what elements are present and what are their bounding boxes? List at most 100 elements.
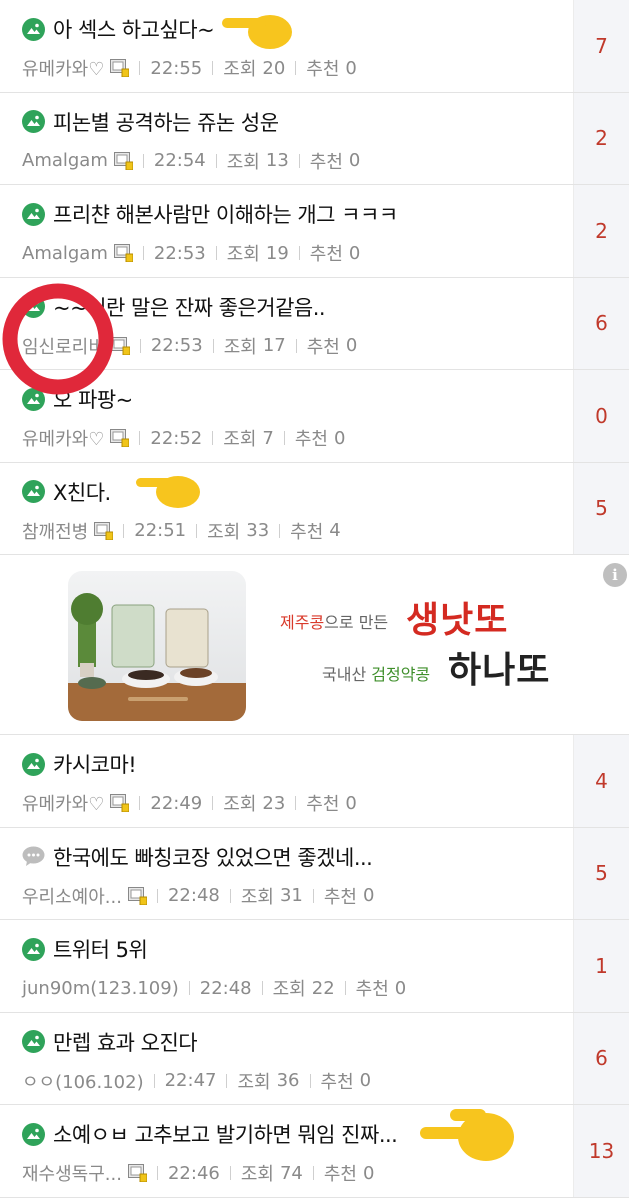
post-author[interactable]: Amalgam — [22, 150, 108, 171]
post-title-row[interactable]: X친다. — [22, 477, 563, 507]
post-main[interactable]: 한국에도 빠칭코장 있었으면 좋겠네... 우리소예아... 22:48 조회 … — [0, 828, 573, 920]
post-time: 22:46 — [167, 1162, 220, 1184]
member-badge-icon — [113, 244, 133, 262]
image-icon — [22, 1122, 45, 1146]
image-icon — [22, 752, 45, 776]
post-title-row[interactable]: 한국에도 빠칭코장 있었으면 좋겠네... — [22, 842, 563, 872]
post-author[interactable]: jun90m(123.109) — [22, 978, 179, 999]
meta-divider — [212, 796, 214, 810]
recs-label: 추천 — [323, 1164, 357, 1185]
post-title-row[interactable]: 오 파팡~ — [22, 384, 563, 414]
post-row[interactable]: 프리챤 해본사람만 이해하는 개그 ㅋㅋㅋ Amalgam 22:53 조회 1… — [0, 185, 629, 278]
post-main[interactable]: 소예ㅇㅂ 고추보고 발기하면 뭐임 진짜... 재수생독구... 22:46 조… — [0, 1105, 573, 1197]
comment-count[interactable]: 0 — [573, 370, 629, 462]
post-title[interactable]: 프리챤 해본사람만 이해하는 개그 ㅋㅋㅋ — [53, 199, 398, 229]
meta-divider — [212, 431, 214, 445]
post-row[interactable]: 한국에도 빠칭코장 있었으면 좋겠네... 우리소예아... 22:48 조회 … — [0, 827, 629, 920]
post-main[interactable]: 트위터 5위 jun90m(123.109) 22:48 조회 22 추천 0 — [0, 920, 573, 1012]
post-title-row[interactable]: 만렙 효과 오진다 — [22, 1027, 563, 1057]
meta-divider — [139, 796, 141, 810]
ad-info-icon[interactable]: i — [603, 563, 627, 587]
post-main[interactable]: 카시코마! 유메카와♡ 22:49 조회 23 추천 0 — [0, 735, 573, 827]
comment-count[interactable]: 6 — [573, 277, 629, 369]
post-row[interactable]: 피논별 공격하는 쥬논 성운 Amalgam 22:54 조회 13 추천 0 … — [0, 92, 629, 185]
post-main[interactable]: ~~이란 말은 잔짜 좋은거같음.. 임신로리비 22:53 조회 17 추천 … — [0, 278, 573, 370]
post-author[interactable]: ㅇㅇ(106.102) — [22, 1068, 144, 1094]
post-title[interactable]: 피논별 공격하는 쥬논 성운 — [53, 107, 279, 137]
views-label: 조회 — [226, 151, 260, 173]
post-title-row[interactable]: ~~이란 말은 잔짜 좋은거같음.. — [22, 292, 563, 322]
views-count: 74 — [279, 1162, 303, 1184]
post-title[interactable]: 트위터 5위 — [53, 934, 147, 964]
ad-product-photo[interactable] — [68, 571, 246, 721]
views-count: 23 — [262, 792, 286, 814]
post-row[interactable]: 트위터 5위 jun90m(123.109) 22:48 조회 22 추천 0 … — [0, 920, 629, 1013]
post-row[interactable]: ~~이란 말은 잔짜 좋은거같음.. 임신로리비 22:53 조회 17 추천 … — [0, 277, 629, 370]
meta-divider — [188, 981, 190, 995]
post-title-row[interactable]: 피논별 공격하는 쥬논 성운 — [22, 107, 563, 137]
views-label: 조회 — [272, 979, 306, 1000]
post-row[interactable]: 아 섹스 하고싶다~ 유메카와♡ 22:55 조회 20 추천 0 7 — [0, 0, 629, 93]
image-icon — [22, 1030, 45, 1053]
post-title-row[interactable]: 트위터 5위 — [22, 934, 563, 964]
post-main[interactable]: X친다. 참깨전병 22:51 조회 33 추천 4 — [0, 463, 573, 555]
post-title[interactable]: 오 파팡~ — [53, 384, 133, 414]
image-icon — [22, 937, 45, 961]
post-main[interactable]: 오 파팡~ 유메카와♡ 22:52 조회 7 추천 0 — [0, 370, 573, 462]
post-title-row[interactable]: 프리챤 해본사람만 이해하는 개그 ㅋㅋㅋ — [22, 199, 563, 229]
post-author[interactable]: 유메카와♡ — [22, 425, 104, 451]
comment-count[interactable]: 4 — [573, 735, 629, 827]
post-row[interactable]: 카시코마! 유메카와♡ 22:49 조회 23 추천 0 4 — [0, 735, 629, 828]
post-main[interactable]: 피논별 공격하는 쥬논 성운 Amalgam 22:54 조회 13 추천 0 — [0, 93, 573, 185]
views-label: 조회 — [223, 794, 257, 815]
post-author[interactable]: Amalgam — [22, 243, 108, 264]
recs-count: 0 — [363, 1162, 375, 1184]
post-title[interactable]: X친다. — [53, 477, 111, 507]
post-title[interactable]: 소예ㅇㅂ 고추보고 발기하면 뭐임 진짜... — [53, 1119, 397, 1149]
comment-count[interactable]: 5 — [573, 827, 629, 919]
post-author[interactable]: 재수생독구... — [22, 1160, 122, 1186]
comment-count[interactable]: 5 — [573, 462, 629, 554]
meta-divider — [279, 523, 281, 538]
post-time: 22:51 — [134, 520, 187, 541]
post-row[interactable]: 소예ㅇㅂ 고추보고 발기하면 뭐임 진짜... 재수생독구... 22:46 조… — [0, 1105, 629, 1198]
views-label: 조회 — [226, 244, 260, 265]
comment-count[interactable]: 2 — [573, 185, 629, 277]
post-title-row[interactable]: 소예ㅇㅂ 고추보고 발기하면 뭐임 진짜... — [22, 1119, 563, 1149]
post-title[interactable]: 카시코마! — [53, 749, 136, 779]
post-meta: 임신로리비 22:53 조회 17 추천 0 — [22, 333, 563, 359]
ad-headline-1: 생낫또 — [406, 599, 509, 641]
post-author[interactable]: 참깨전병 — [22, 518, 88, 544]
comment-count[interactable]: 1 — [573, 920, 629, 1012]
member-badge-icon — [110, 59, 130, 77]
post-main[interactable]: 프리챤 해본사람만 이해하는 개그 ㅋㅋㅋ Amalgam 22:53 조회 1… — [0, 185, 573, 277]
post-title[interactable]: 한국에도 빠칭코장 있었으면 좋겠네... — [53, 842, 372, 872]
ad-banner[interactable]: i 제주콩으로 만든 생낫또 국내산 검정약콩 하나또 — [0, 555, 629, 735]
meta-divider — [298, 246, 300, 260]
recs-label: 추천 — [306, 794, 340, 815]
post-row[interactable]: X친다. 참깨전병 22:51 조회 33 추천 4 5 — [0, 462, 629, 555]
image-icon — [22, 295, 45, 318]
post-meta: 유메카와♡ 22:55 조회 20 추천 0 — [22, 55, 563, 81]
post-row[interactable]: 오 파팡~ 유메카와♡ 22:52 조회 7 추천 0 0 — [0, 370, 629, 463]
member-badge-icon — [110, 429, 130, 447]
comment-count[interactable]: 6 — [573, 1012, 629, 1104]
post-author[interactable]: 유메카와♡ — [22, 790, 104, 816]
post-row[interactable]: 만렙 효과 오진다 ㅇㅇ(106.102) 22:47 조회 36 추천 0 6 — [0, 1012, 629, 1105]
post-title-row[interactable]: 아 섹스 하고싶다~ — [22, 14, 563, 44]
post-title[interactable]: 만렙 효과 오진다 — [53, 1027, 197, 1057]
recs-count: 0 — [348, 242, 361, 264]
post-author[interactable]: 우리소예아... — [22, 883, 122, 909]
comment-count[interactable]: 2 — [573, 92, 629, 184]
post-author[interactable]: 유메카와♡ — [22, 55, 104, 81]
post-time: 22:53 — [153, 242, 206, 264]
post-main[interactable]: 만렙 효과 오진다 ㅇㅇ(106.102) 22:47 조회 36 추천 0 — [0, 1013, 573, 1105]
post-title-row[interactable]: 카시코마! — [22, 749, 563, 779]
recs-count: 4 — [329, 520, 341, 541]
comment-count[interactable]: 7 — [573, 0, 629, 92]
comment-count[interactable]: 13 — [573, 1105, 629, 1197]
post-main[interactable]: 아 섹스 하고싶다~ 유메카와♡ 22:55 조회 20 추천 0 — [0, 0, 573, 92]
post-title[interactable]: ~~이란 말은 잔짜 좋은거같음.. — [53, 292, 325, 322]
post-author[interactable]: 임신로리비 — [22, 333, 105, 359]
post-title[interactable]: 아 섹스 하고싶다~ — [53, 14, 214, 44]
